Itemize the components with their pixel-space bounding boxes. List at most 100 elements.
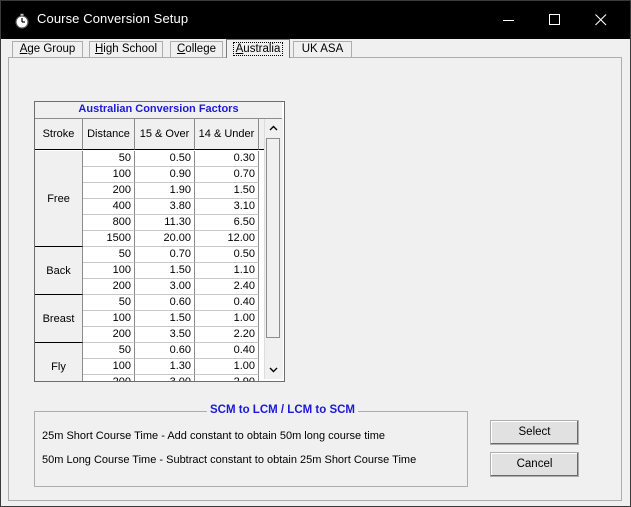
distance-cell[interactable]: 200 xyxy=(83,327,135,343)
table-row[interactable]: 400 3.80 3.10 xyxy=(83,199,282,215)
header-14-under: 14 & Under xyxy=(195,119,259,150)
scroll-thumb[interactable] xyxy=(266,138,280,338)
maximize-icon xyxy=(549,14,560,25)
table-row[interactable]: 200 3.00 2.90 xyxy=(83,375,282,381)
distance-cell[interactable]: 100 xyxy=(83,359,135,375)
factor-15-over-cell[interactable]: 1.30 xyxy=(135,359,195,375)
header-15-over: 15 & Over xyxy=(135,119,195,150)
factor-14-under-cell[interactable]: 3.10 xyxy=(195,199,259,215)
tab-college-label: ollege xyxy=(185,43,216,55)
chevron-down-icon xyxy=(269,367,278,373)
minimize-button[interactable] xyxy=(486,1,532,39)
grid-vertical-scrollbar[interactable] xyxy=(264,119,283,379)
stroke-cell: Fly xyxy=(35,343,83,381)
scroll-up-button[interactable] xyxy=(265,120,282,137)
grid-title: Australian Conversion Factors xyxy=(35,102,282,119)
table-row[interactable]: 100 1.50 1.10 xyxy=(83,263,282,279)
close-button[interactable] xyxy=(578,1,624,39)
header-distance: Distance xyxy=(83,119,135,150)
factor-14-under-cell[interactable]: 2.90 xyxy=(195,375,259,381)
distance-cell[interactable]: 800 xyxy=(83,215,135,231)
table-row[interactable]: 50 0.60 0.40 xyxy=(83,343,282,359)
close-icon xyxy=(595,14,607,26)
table-row[interactable]: 800 11.30 6.50 xyxy=(83,215,282,231)
distance-cell[interactable]: 100 xyxy=(83,311,135,327)
window-title: Course Conversion Setup xyxy=(37,11,189,26)
factor-14-under-cell[interactable]: 1.10 xyxy=(195,263,259,279)
distance-cell[interactable]: 200 xyxy=(83,183,135,199)
tab-college[interactable]: College xyxy=(170,41,223,57)
select-button[interactable]: Select xyxy=(490,420,579,445)
distance-cell[interactable]: 50 xyxy=(83,295,135,311)
stroke-cell: Back xyxy=(35,247,83,295)
factor-15-over-cell[interactable]: 0.50 xyxy=(135,151,195,167)
tab-high-school-label: igh School xyxy=(103,43,158,55)
table-row[interactable]: 50 0.70 0.50 xyxy=(83,247,282,263)
factor-14-under-cell[interactable]: 1.50 xyxy=(195,183,259,199)
table-row[interactable]: 100 1.30 1.00 xyxy=(83,359,282,375)
stopwatch-icon xyxy=(14,13,30,29)
factor-15-over-cell[interactable]: 0.60 xyxy=(135,343,195,359)
conversion-factors-grid[interactable]: Australian Conversion Factors Stroke Dis… xyxy=(34,101,285,382)
distance-cell[interactable]: 50 xyxy=(83,343,135,359)
factor-14-under-cell[interactable]: 1.00 xyxy=(195,311,259,327)
factor-15-over-cell[interactable]: 3.50 xyxy=(135,327,195,343)
lcm-instruction: 50m Long Course Time - Subtract constant… xyxy=(42,454,417,466)
table-row[interactable]: 50 0.50 0.30 xyxy=(83,151,282,167)
tab-high-school[interactable]: High School xyxy=(89,41,163,57)
distance-cell[interactable]: 100 xyxy=(83,263,135,279)
factor-15-over-cell[interactable]: 0.60 xyxy=(135,295,195,311)
factor-14-under-cell[interactable]: 0.40 xyxy=(195,343,259,359)
distance-cell[interactable]: 1500 xyxy=(83,231,135,247)
scm-instruction: 25m Short Course Time - Add constant to … xyxy=(42,430,386,442)
tab-strip: Age Group High School College Australia … xyxy=(9,39,621,58)
table-row[interactable]: 200 3.00 2.40 xyxy=(83,279,282,295)
table-row[interactable]: 1500 20.00 12.00 xyxy=(83,231,282,247)
factor-15-over-cell[interactable]: 3.00 xyxy=(135,375,195,381)
factor-14-under-cell[interactable]: 12.00 xyxy=(195,231,259,247)
title-bar[interactable]: Course Conversion Setup xyxy=(1,1,630,39)
table-row[interactable]: 100 0.90 0.70 xyxy=(83,167,282,183)
header-stroke: Stroke xyxy=(35,119,83,150)
table-row[interactable]: 200 1.90 1.50 xyxy=(83,183,282,199)
factor-15-over-cell[interactable]: 0.70 xyxy=(135,247,195,263)
tab-uk-asa[interactable]: UK ASA xyxy=(293,41,352,57)
factor-15-over-cell[interactable]: 11.30 xyxy=(135,215,195,231)
factor-14-under-cell[interactable]: 0.70 xyxy=(195,167,259,183)
cancel-button[interactable]: Cancel xyxy=(490,452,579,477)
distance-cell[interactable]: 100 xyxy=(83,167,135,183)
factor-14-under-cell[interactable]: 0.50 xyxy=(195,247,259,263)
distance-cell[interactable]: 400 xyxy=(83,199,135,215)
maximize-button[interactable] xyxy=(532,1,578,39)
table-row[interactable]: 200 3.50 2.20 xyxy=(83,327,282,343)
factor-15-over-cell[interactable]: 1.50 xyxy=(135,263,195,279)
table-row[interactable]: 100 1.50 1.00 xyxy=(83,311,282,327)
tab-age-group[interactable]: Age Group xyxy=(12,41,83,57)
factor-14-under-cell[interactable]: 0.30 xyxy=(195,151,259,167)
factor-15-over-cell[interactable]: 1.50 xyxy=(135,311,195,327)
minimize-icon xyxy=(503,20,514,21)
factor-15-over-cell[interactable]: 1.90 xyxy=(135,183,195,199)
tab-australia[interactable]: Australia xyxy=(226,39,290,58)
factor-15-over-cell[interactable]: 0.90 xyxy=(135,167,195,183)
tab-australia-focus: Australia xyxy=(232,42,284,56)
distance-cell[interactable]: 50 xyxy=(83,247,135,263)
factor-14-under-cell[interactable]: 2.20 xyxy=(195,327,259,343)
stroke-cell: Free xyxy=(35,151,83,247)
table-row[interactable]: 50 0.60 0.40 xyxy=(83,295,282,311)
factor-14-under-cell[interactable]: 0.40 xyxy=(195,295,259,311)
distance-cell[interactable]: 50 xyxy=(83,151,135,167)
factor-15-over-cell[interactable]: 3.00 xyxy=(135,279,195,295)
conversion-group-title: SCM to LCM / LCM to SCM xyxy=(207,404,359,416)
factor-14-under-cell[interactable]: 2.40 xyxy=(195,279,259,295)
distance-cell[interactable]: 200 xyxy=(83,279,135,295)
scroll-down-button[interactable] xyxy=(265,361,282,378)
stroke-cell: Breast xyxy=(35,295,83,343)
chevron-up-icon xyxy=(269,125,278,131)
factor-14-under-cell[interactable]: 6.50 xyxy=(195,215,259,231)
factor-15-over-cell[interactable]: 20.00 xyxy=(135,231,195,247)
course-conversion-window: Course Conversion Setup Age Group High S… xyxy=(0,0,631,507)
factor-14-under-cell[interactable]: 1.00 xyxy=(195,359,259,375)
distance-cell[interactable]: 200 xyxy=(83,375,135,381)
factor-15-over-cell[interactable]: 3.80 xyxy=(135,199,195,215)
